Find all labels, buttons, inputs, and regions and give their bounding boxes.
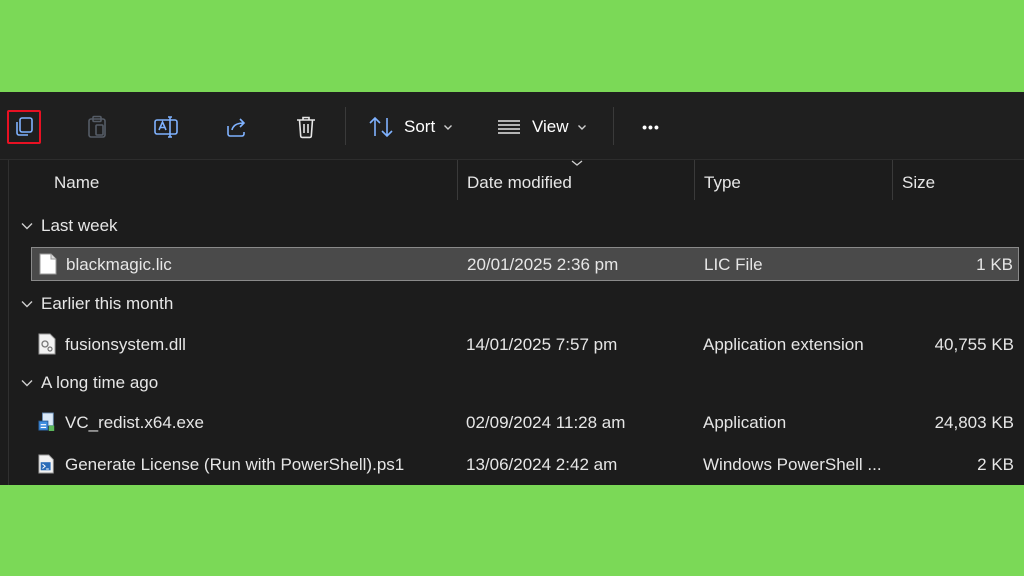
group-header-earlier-this-month[interactable]: Earlier this month [20,294,173,314]
copy-icon [16,117,33,136]
navigation-pane-edge [0,160,9,485]
file-name: fusionsystem.dll [65,335,186,354]
view-label: View [532,117,569,136]
file-date: 13/06/2024 2:42 am [466,455,618,474]
chevron-down-icon [577,125,586,130]
chevron-down-icon [444,125,453,130]
file-name: VC_redist.x64.exe [65,413,204,432]
copy-button[interactable] [7,110,41,144]
file-date: 20/01/2025 2:36 pm [467,255,619,274]
chevron-down-icon [21,301,33,308]
column-divider[interactable] [694,160,695,200]
file-row[interactable]: blackmagic.lic 20/01/2025 2:36 pm LIC Fi… [31,247,1019,281]
command-bar: Sort View ••• [0,92,1024,160]
file-type: Windows PowerShell ... [703,455,882,474]
column-divider[interactable] [457,160,458,200]
sort-indicator-icon [571,160,583,166]
column-header-row: Name Date modified Type Size [0,160,1024,204]
column-header-name[interactable]: Name [54,173,99,193]
chevron-down-icon [21,380,33,387]
sort-button[interactable]: Sort [368,109,453,145]
file-name: Generate License (Run with PowerShell).p… [65,455,405,474]
share-icon [227,118,246,137]
group-header-last-week[interactable]: Last week [20,216,118,236]
installer-icon [38,412,55,431]
delete-button[interactable] [289,109,323,145]
toolbar-separator [613,107,614,145]
file-type: Application extension [703,335,864,354]
paste-button[interactable] [80,109,114,145]
file-row[interactable]: VC_redist.x64.exe 02/09/2024 11:28 am Ap… [31,406,1019,440]
sort-label: Sort [404,117,436,136]
group-label: Earlier this month [41,294,174,313]
view-button[interactable]: View [496,109,587,145]
group-header-a-long-time-ago[interactable]: A long time ago [20,373,158,393]
file-size: 1 KB [976,255,1013,274]
chevron-down-icon [21,223,33,230]
column-divider[interactable] [892,160,893,200]
column-header-type[interactable]: Type [704,173,741,193]
see-more-button[interactable]: ••• [634,109,668,145]
view-list-icon [498,120,520,134]
sort-icon [369,116,393,138]
column-header-size[interactable]: Size [902,173,935,193]
rename-button[interactable] [149,109,183,145]
file-date: 14/01/2025 7:57 pm [466,335,618,354]
group-label: A long time ago [41,373,159,392]
file-size: 24,803 KB [934,413,1014,432]
toolbar-separator [345,107,346,145]
file-row[interactable]: fusionsystem.dll 14/01/2025 7:57 pm Appl… [31,328,1019,362]
file-size: 2 KB [977,455,1014,474]
document-icon [39,253,57,275]
share-button[interactable] [219,109,253,145]
file-row[interactable]: Generate License (Run with PowerShell).p… [31,448,1019,482]
file-name: blackmagic.lic [66,255,172,274]
more-options-icon: ••• [642,119,660,135]
rename-icon [154,116,178,138]
powershell-script-icon [38,454,54,474]
file-type: LIC File [704,255,763,274]
file-type: Application [703,413,787,432]
file-size: 40,755 KB [934,335,1014,354]
file-date: 02/09/2024 11:28 am [466,413,626,432]
group-label: Last week [41,216,118,235]
dll-icon [38,333,56,355]
clipboard-icon [88,115,106,138]
column-header-date-modified[interactable]: Date modified [467,173,572,193]
file-explorer-window: Sort View ••• Name Date modified Type Si… [0,92,1024,485]
trash-icon [297,116,315,139]
